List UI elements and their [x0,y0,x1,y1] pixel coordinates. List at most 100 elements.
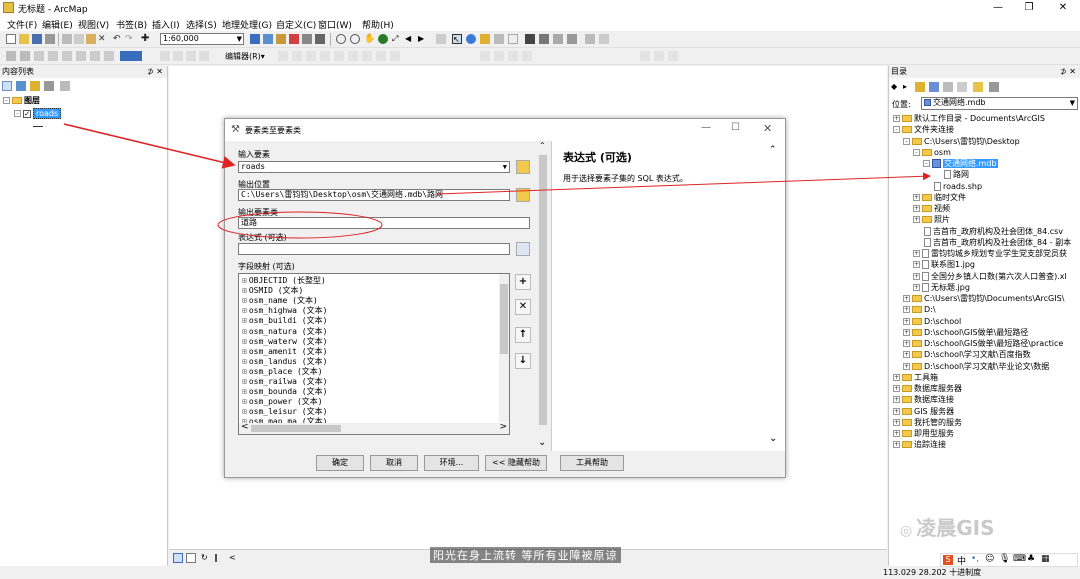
layer-tool-6-icon[interactable] [90,51,100,61]
catalog-tree-item[interactable]: + 数据库连接 [893,395,954,406]
snap-tool-3-icon[interactable] [186,51,196,61]
paste-icon[interactable] [86,34,96,44]
advanced-edit-2-icon[interactable] [654,51,664,61]
expand-icon[interactable]: ⊞ [242,316,247,325]
catalog-tree-item[interactable]: 吉首市_政府机构及社会团体_84.csv [913,226,1063,238]
catalog-tree-item[interactable]: + 视频 [913,204,950,215]
field-map-item[interactable]: ⊞ osm_place (文本) [242,367,323,377]
measure-icon[interactable] [494,34,504,44]
input-features-field[interactable]: roads ▼ [238,161,510,173]
layer-tool-2-icon[interactable] [34,51,44,61]
select-features-icon[interactable] [436,34,446,44]
menu-file[interactable]: 文件(F) [7,18,37,31]
remove-field-button[interactable]: ✕ [515,299,531,315]
expand-icon[interactable]: + [903,351,910,359]
copy-icon[interactable] [74,34,84,44]
catalog-tree-item[interactable]: + GIS 服务器 [893,407,954,418]
location-input[interactable]: 交通网络.mdb ▼ [921,97,1078,110]
expand-icon[interactable]: + [893,385,900,392]
field-map-item[interactable]: ⊞ osm_landus (文本) [242,357,327,367]
forward-icon[interactable]: ▸ [903,82,913,92]
field-map-item[interactable]: ⊞ OBJECTID (长整型) [242,276,326,286]
snap-tool-2-icon[interactable] [173,51,183,61]
expand-icon[interactable]: + [913,250,920,257]
catalog-tree-item[interactable]: - 交通网络.mdb [923,159,998,170]
sketch-props-icon[interactable] [376,51,386,61]
catalog-tree-item[interactable]: + D:\school\学习文献\百度指数 [903,350,1031,361]
menu-insert[interactable]: 插入(I) [152,18,180,31]
toc-pin-close[interactable]: ⊅ ✕ [147,66,163,78]
expand-icon[interactable]: ⊞ [242,347,247,356]
advanced-edit-icon[interactable] [640,51,650,61]
catalog-tree-item[interactable]: + 临时文件 [913,193,966,204]
expand-icon[interactable]: + [913,216,920,224]
tool-a-icon[interactable] [585,34,595,44]
dialog-scrollbar[interactable]: ⌃ ⌄ [537,141,549,451]
field-map-item[interactable]: ⊞ osm_waterw (文本) [242,337,327,347]
help-scroll-down-icon[interactable]: ⌄ [769,433,777,444]
expand-icon[interactable]: ⊞ [242,327,247,336]
delete-icon[interactable]: ✕ [98,34,108,44]
layer-dropdown-icon[interactable] [120,51,142,61]
move-up-button[interactable]: ↑ [515,327,531,343]
add-data-icon[interactable]: ✚ [141,34,151,44]
ime-punct-icon[interactable]: •, [971,554,979,564]
browse-input-button[interactable] [516,160,530,174]
catalog-window-icon[interactable] [276,34,286,44]
identify-icon[interactable] [466,34,476,44]
data-view-icon[interactable] [173,553,183,563]
edit-tool-icon[interactable] [278,51,288,61]
list-by-drawing-order-icon[interactable] [2,81,12,91]
catalog-tree-item[interactable]: + 默认工作目录 - Documents\ArcGIS [893,114,1045,125]
dialog-maximize-button[interactable]: ☐ [731,122,740,133]
collapse-icon[interactable]: - [913,148,920,156]
topology-4-icon[interactable] [522,51,532,61]
views-icon[interactable] [989,82,999,92]
catalog-tree-item[interactable]: 路网 [933,170,969,181]
save-icon[interactable] [32,34,42,44]
layout-icon[interactable] [567,34,577,44]
expand-icon[interactable]: + [913,205,920,212]
help-scroll-up-icon[interactable]: ⌃ [769,145,777,155]
menu-bookmarks[interactable]: 书签(B) [116,18,147,31]
expand-icon[interactable]: + [893,441,900,449]
pause-icon[interactable]: ‖ [214,553,224,563]
catalog-tree-item[interactable]: + 无标题.jpg [913,282,970,294]
catalog-tree-item[interactable]: - osm [913,148,951,159]
expand-icon[interactable]: + [913,261,920,269]
time-slider-icon[interactable] [525,34,535,44]
toggle-contents-icon[interactable] [957,82,967,92]
tool-b-icon[interactable] [599,34,609,44]
hide-help-button[interactable]: << 隐藏帮助 [485,455,547,471]
catalog-tree-item[interactable]: + 数据库服务器 [893,384,962,395]
expand-icon[interactable]: + [903,295,910,302]
expand-icon[interactable]: ⊞ [242,357,247,366]
collapse-icon[interactable]: - [903,137,910,145]
minimize-button[interactable]: — [983,0,1013,16]
refresh-icon[interactable]: ↻ [201,553,211,563]
expand-icon[interactable]: + [903,317,910,325]
menu-customize[interactable]: 自定义(C) [276,18,316,31]
topology-2-icon[interactable] [494,51,504,61]
layout-view-icon[interactable] [186,553,196,563]
catalog-tree-item[interactable]: 吉首市_政府机构及社会团体_84 - 副本 [913,237,1071,249]
reshape-icon[interactable] [306,51,316,61]
create-features-icon[interactable] [390,51,400,61]
expand-icon[interactable]: ⊞ [242,276,247,285]
expand-icon[interactable]: ⊞ [242,387,247,396]
menu-view[interactable]: 视图(V) [78,18,109,31]
home-icon[interactable] [929,82,939,92]
menu-help[interactable]: 帮助(H) [362,18,394,31]
browse-location-button[interactable] [516,188,530,202]
ime-mode-icon[interactable]: 中 [957,554,966,567]
layer-tool-4-icon[interactable] [62,51,72,61]
expand-icon[interactable]: + [893,115,900,122]
menu-windows[interactable]: 窗口(W) [318,18,352,31]
layer-tool-5-icon[interactable] [76,51,86,61]
expression-field[interactable] [238,243,510,255]
catalog-tree-item[interactable]: + D:\ [903,305,936,316]
catalog-tree-item[interactable]: + D:\school [903,317,961,328]
field-list-scrollbar[interactable] [499,274,509,422]
rotate-icon[interactable] [348,51,358,61]
arctoolbox-icon[interactable] [289,34,299,44]
